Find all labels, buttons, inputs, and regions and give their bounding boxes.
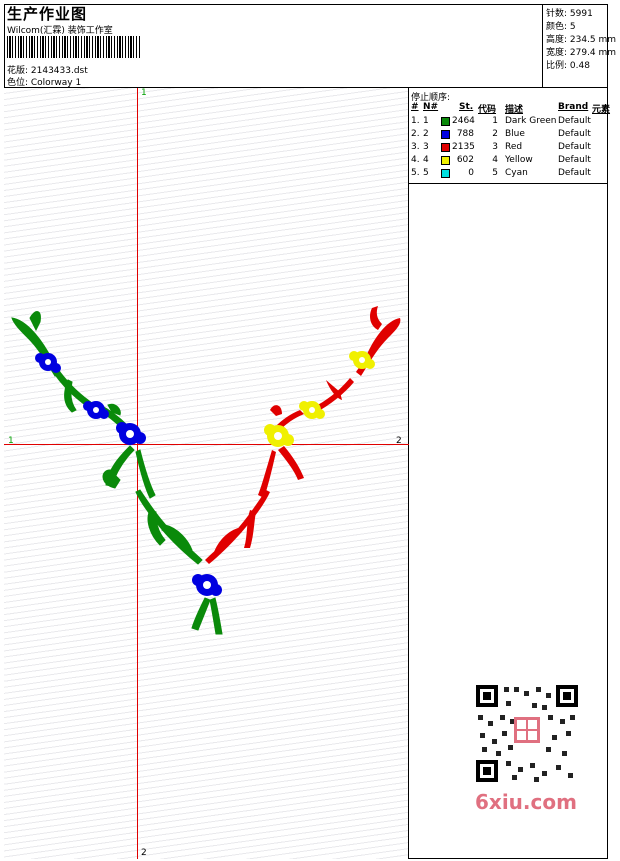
color-swatch [441,169,450,178]
watermark-brand: 6xiu.com [475,790,577,814]
legend-row-num: 1. [411,116,420,126]
legend-header-brand: Brand [558,102,589,112]
color-swatch [441,143,450,152]
legend-row-stitches: 602 [456,155,474,165]
legend-row-code: 3 [492,142,498,152]
legend-header-num: # [411,102,419,112]
qr-code-graphic [476,685,578,782]
legend-row-code: 4 [492,155,498,165]
legend-row-brand: Default [558,116,591,126]
legend-row-code: 5 [492,168,498,178]
legend-header-n: N# [423,102,439,112]
legend-header-st: St. [459,102,474,112]
legend-row-n: 5 [423,168,429,178]
legend-row-stitches: 2135 [452,142,475,152]
qr-code [472,681,582,786]
legend-row-num: 5. [411,168,420,178]
legend-row-n: 2 [423,129,429,139]
color-swatch [441,117,450,126]
color-swatch [441,156,450,165]
legend-row-desc: Blue [505,129,525,139]
legend-row-brand: Default [558,142,591,152]
legend-row-brand: Default [558,155,591,165]
legend-row-n: 3 [423,142,429,152]
legend-row-stitches: 788 [456,129,474,139]
legend-row-desc: Red [505,142,523,152]
legend-row-code: 1 [492,116,498,126]
color-swatch [441,130,450,139]
legend-row-n: 4 [423,155,429,165]
legend-header-desc: 描述 [505,105,524,115]
legend-row-desc: Cyan [505,168,528,178]
legend-row-desc: Yellow [505,155,533,165]
legend-row-code: 2 [492,129,498,139]
legend-row-stitches: 0 [468,168,474,178]
legend-row-stitches: 2464 [452,116,475,126]
legend-row-brand: Default [558,168,591,178]
legend-row-num: 3. [411,142,420,152]
legend-row-desc: Dark Green [505,116,557,126]
legend-row-num: 4. [411,155,420,165]
legend-row-num: 2. [411,129,420,139]
legend-header-code: 代码 [478,105,497,115]
legend-row-brand: Default [558,129,591,139]
legend-row-n: 1 [423,116,429,126]
legend-header-element: 元素 [592,105,611,115]
